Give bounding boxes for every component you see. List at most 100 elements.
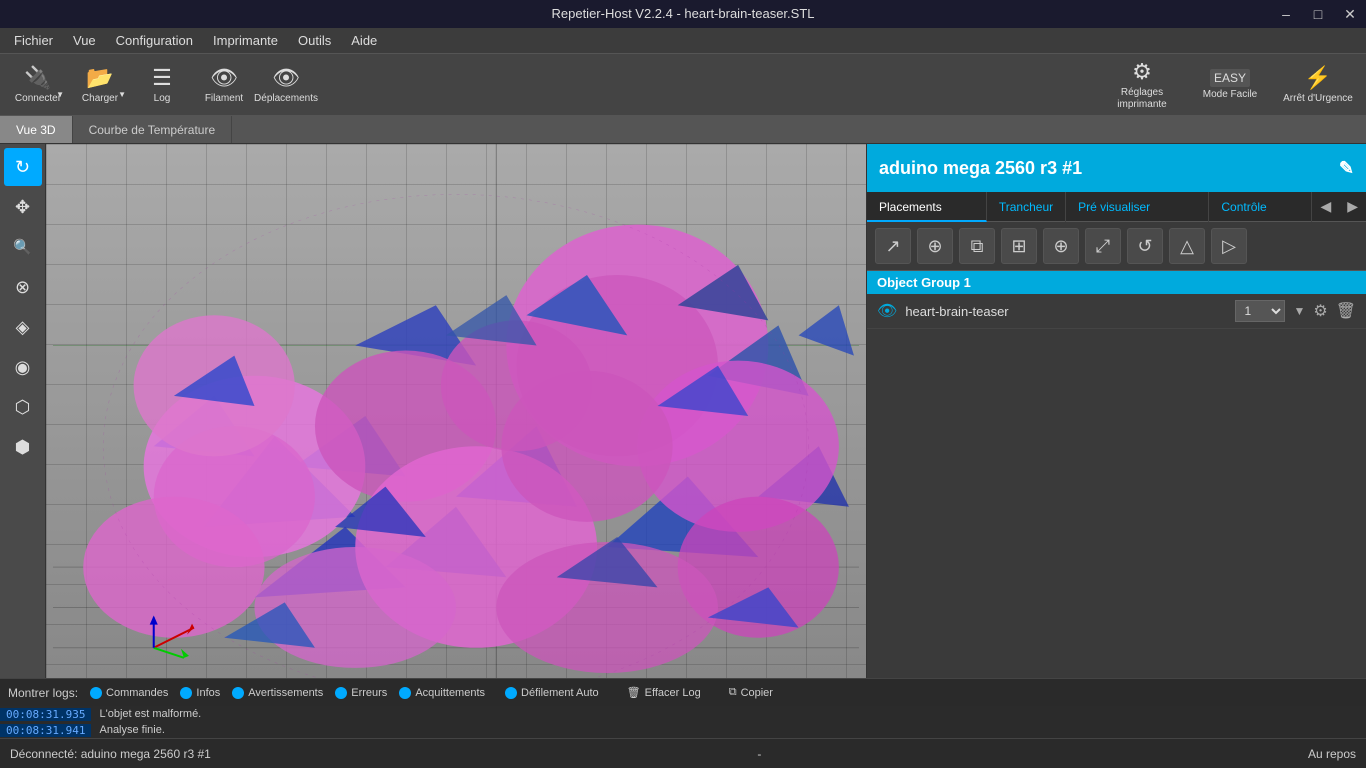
copy-object-button[interactable]: ⧉ bbox=[959, 228, 995, 264]
sidebar-object-rotate[interactable]: ⊗ bbox=[4, 268, 42, 306]
panel-tab-1[interactable]: Trancheur bbox=[987, 192, 1066, 222]
charger-button[interactable]: 📂 Charger ▼ bbox=[70, 57, 130, 113]
deplacements-icon: 👁 bbox=[272, 65, 300, 91]
filament-button[interactable]: 👁 Filament bbox=[194, 57, 254, 113]
mirror2-button[interactable]: ▷ bbox=[1211, 228, 1247, 264]
log-button[interactable]: ☰ Log bbox=[132, 57, 192, 113]
rotate-button[interactable]: ↺ bbox=[1127, 228, 1163, 264]
tab-vue3d[interactable]: Vue 3D bbox=[0, 116, 73, 143]
log-entry: 00:08:31.941Analyse finie. bbox=[0, 722, 1366, 738]
log-messages: 00:08:31.935L'objet est malformé.00:08:3… bbox=[0, 706, 1366, 738]
show-logs-label: Montrer logs: bbox=[8, 686, 78, 700]
grid-button[interactable]: ⊞ bbox=[1001, 228, 1037, 264]
sidebar-rotate-view[interactable]: ↻ bbox=[4, 148, 42, 186]
mode-facile-button[interactable]: EASY Mode Facile bbox=[1190, 57, 1270, 113]
panel-tab-0[interactable]: Placements d'objets bbox=[867, 192, 987, 222]
avertissements-dot[interactable] bbox=[232, 687, 244, 699]
object-toolbar: ↗ ⊕ ⧉ ⊞ ⊕ ⤢ ↺ △ ▷ bbox=[867, 222, 1366, 271]
status-left: Déconnecté: aduino mega 2560 r3 #1 bbox=[10, 747, 211, 761]
tab-courbe[interactable]: Courbe de Température bbox=[73, 116, 233, 143]
sidebar-cube-solid[interactable]: ⬡ bbox=[4, 388, 42, 426]
copier-button[interactable]: ⧉ Copier bbox=[721, 684, 781, 701]
defilement-auto-button[interactable]: Défilement Auto bbox=[497, 685, 607, 701]
deplacements-button[interactable]: 👁 Déplacements bbox=[256, 57, 316, 113]
log-icon: ☰ bbox=[152, 65, 172, 91]
log-toolbar: Montrer logs: Commandes Infos Avertissem… bbox=[0, 678, 1366, 706]
titlebar: Repetier-Host V2.2.4 - heart-brain-tease… bbox=[0, 0, 1366, 28]
visibility-toggle[interactable]: 👁 bbox=[877, 301, 897, 321]
connecter-button[interactable]: 🔌 Connecter ▼ bbox=[8, 57, 68, 113]
panel-tab-3[interactable]: Contrôle Manuel bbox=[1209, 192, 1312, 222]
main-area: ↻ ✥ 🔍 ⊗ ◈ ◉ ⬡ ⬢ bbox=[0, 144, 1366, 678]
mode-facile-icon: EASY bbox=[1210, 69, 1250, 87]
menu-item-fichier[interactable]: Fichier bbox=[4, 28, 63, 54]
sidebar-cube-view[interactable]: ◈ bbox=[4, 308, 42, 346]
menubar: FichierVueConfigurationImprimanteOutilsA… bbox=[0, 28, 1366, 54]
maximize-button[interactable]: □ bbox=[1302, 0, 1334, 28]
mode-facile-label: Mode Facile bbox=[1203, 89, 1257, 100]
menu-item-vue[interactable]: Vue bbox=[63, 28, 106, 54]
mirror1-button[interactable]: △ bbox=[1169, 228, 1205, 264]
delete-object-button[interactable]: 🗑 bbox=[1336, 301, 1356, 321]
copier-icon: ⧉ bbox=[729, 686, 737, 699]
infos-label: Infos bbox=[196, 687, 220, 699]
infos-dot[interactable] bbox=[180, 687, 192, 699]
menu-item-outils[interactable]: Outils bbox=[288, 28, 341, 54]
title-text: Repetier-Host V2.2.4 - heart-brain-tease… bbox=[551, 6, 814, 21]
connecter-arrow: ▼ bbox=[56, 90, 64, 99]
right-panel: aduino mega 2560 r3 #1 ✎ Placements d'ob… bbox=[866, 144, 1366, 678]
arret-label: Arrêt d'Urgence bbox=[1283, 93, 1353, 105]
sidebar-move-view[interactable]: ✥ bbox=[4, 188, 42, 226]
erreurs-label: Erreurs bbox=[351, 687, 387, 699]
arret-icon: ⚡ bbox=[1304, 65, 1331, 91]
log-filter-avertissements: Avertissements bbox=[232, 687, 323, 699]
panel-tabs: Placements d'objetsTrancheurPré visualis… bbox=[867, 192, 1366, 222]
panel-nav-prev[interactable]: ◀ bbox=[1312, 198, 1339, 215]
printer-name: aduino mega 2560 r3 #1 bbox=[879, 158, 1082, 179]
sidebar-zoom-view[interactable]: 🔍 bbox=[4, 228, 42, 266]
edit-printer-button[interactable]: ✎ bbox=[1339, 158, 1354, 179]
object-settings-button[interactable]: ⚙ bbox=[1313, 301, 1327, 321]
panel-tab-2[interactable]: Pré visualiser impression bbox=[1066, 192, 1209, 222]
defilement-label: Défilement Auto bbox=[521, 687, 599, 699]
acquittements-dot[interactable] bbox=[399, 687, 411, 699]
add-object-button[interactable]: ⊕ bbox=[917, 228, 953, 264]
arret-button[interactable]: ⚡ Arrêt d'Urgence bbox=[1278, 57, 1358, 113]
log-label: Log bbox=[154, 93, 171, 104]
close-button[interactable]: ✕ bbox=[1334, 0, 1366, 28]
erreurs-dot[interactable] bbox=[335, 687, 347, 699]
log-text: L'objet est malformé. bbox=[91, 708, 209, 720]
minimize-button[interactable]: – bbox=[1270, 0, 1302, 28]
filament-icon: 👁 bbox=[210, 65, 238, 91]
log-time: 00:08:31.941 bbox=[0, 724, 91, 737]
menu-item-configuration[interactable]: Configuration bbox=[106, 28, 203, 54]
viewport-3d[interactable] bbox=[46, 144, 866, 678]
log-entry: 00:08:31.935L'objet est malformé. bbox=[0, 706, 1366, 722]
log-filter-commandes: Commandes bbox=[90, 687, 168, 699]
tab-bar: Vue 3D Courbe de Température bbox=[0, 116, 1366, 144]
commandes-dot[interactable] bbox=[90, 687, 102, 699]
log-filter-acquittements: Acquittements bbox=[399, 687, 485, 699]
reglages-icon: ⚙ bbox=[1132, 59, 1152, 85]
export-button[interactable]: ↗ bbox=[875, 228, 911, 264]
reglages-button[interactable]: ⚙ Réglages imprimante bbox=[1102, 57, 1182, 113]
reglages-label: Réglages imprimante bbox=[1102, 87, 1182, 111]
printer-header: aduino mega 2560 r3 #1 ✎ bbox=[867, 144, 1366, 192]
resize-button[interactable]: ⤢ bbox=[1085, 228, 1121, 264]
model-svg bbox=[46, 144, 866, 678]
panel-nav-next[interactable]: ▶ bbox=[1339, 198, 1366, 215]
acquittements-label: Acquittements bbox=[415, 687, 485, 699]
tab-courbe-label: Courbe de Température bbox=[89, 123, 216, 137]
object-group-header: Object Group 1 bbox=[867, 271, 1366, 294]
center-button[interactable]: ⊕ bbox=[1043, 228, 1079, 264]
log-filter-erreurs: Erreurs bbox=[335, 687, 387, 699]
quantity-select[interactable]: 1 2 3 4 5 bbox=[1235, 300, 1285, 322]
toolbar: 🔌 Connecter ▼ 📂 Charger ▼ ☰ Log 👁 Filame… bbox=[0, 54, 1366, 116]
charger-arrow: ▼ bbox=[118, 90, 126, 99]
effacer-log-button[interactable]: 🗑 Effacer Log bbox=[619, 684, 709, 701]
object-list-item: 👁 heart-brain-teaser 1 2 3 4 5 ▼ ⚙ 🗑 bbox=[867, 294, 1366, 329]
menu-item-aide[interactable]: Aide bbox=[341, 28, 387, 54]
sidebar-move-object[interactable]: ◉ bbox=[4, 348, 42, 386]
sidebar-layer-view[interactable]: ⬢ bbox=[4, 428, 42, 466]
menu-item-imprimante[interactable]: Imprimante bbox=[203, 28, 288, 54]
